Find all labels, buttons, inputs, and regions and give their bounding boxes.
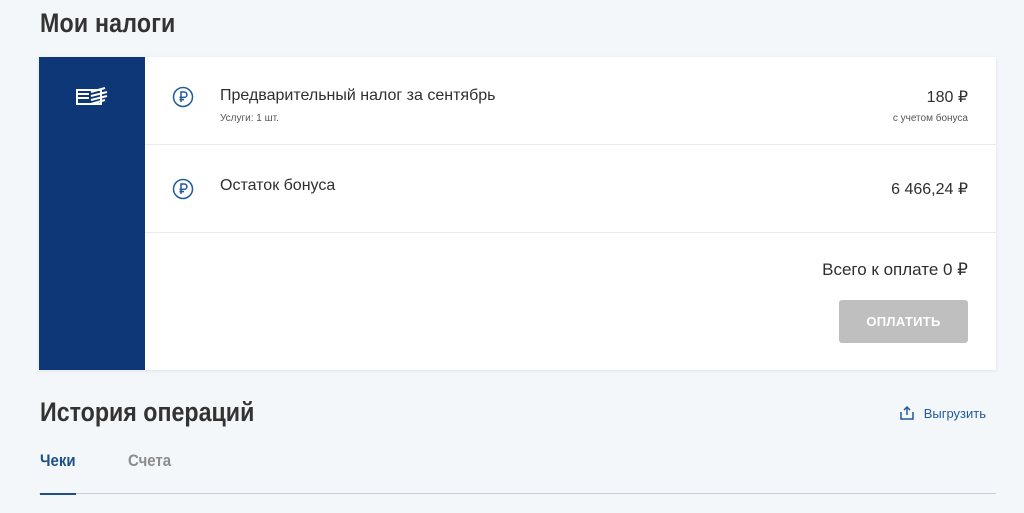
tab-invoices[interactable]: Счета xyxy=(128,451,177,494)
page-title: Мои налоги xyxy=(40,8,176,38)
tab-label: Чеки xyxy=(40,451,76,470)
tab-receipts[interactable]: Чеки xyxy=(40,451,80,495)
ruble-icon xyxy=(172,178,194,200)
tax-item-amount-note: с учетом бонуса xyxy=(892,113,968,124)
bonus-amount: 6 466,24 ₽ xyxy=(891,181,968,198)
tax-row-preliminary: Предварительный налог за сентябрь Услуги… xyxy=(145,57,996,145)
total-to-pay: Всего к оплате 0 ₽ xyxy=(822,260,968,279)
tab-label: Счета xyxy=(128,451,172,470)
bonus-title: Остаток бонуса xyxy=(220,177,336,194)
pay-button[interactable]: ОПЛАТИТЬ xyxy=(839,300,968,343)
export-button[interactable]: Выгрузить xyxy=(899,405,986,421)
upload-icon xyxy=(899,405,914,420)
tax-item-subtitle: Услуги: 1 шт. xyxy=(220,113,279,124)
export-label: Выгрузить xyxy=(923,405,986,421)
tax-row-bonus: Остаток бонуса 6 466,24 ₽ xyxy=(145,145,996,233)
card-side-panel xyxy=(39,57,145,370)
tax-item-title: Предварительный налог за сентябрь xyxy=(220,87,496,104)
ruble-icon xyxy=(172,86,194,108)
history-title: История операций xyxy=(40,397,255,427)
history-tabs: Чеки Счета xyxy=(39,451,996,495)
money-stack-icon xyxy=(76,87,108,105)
taxes-card: Предварительный налог за сентябрь Услуги… xyxy=(39,57,996,370)
tax-item-amount: 180 ₽ xyxy=(926,89,968,106)
